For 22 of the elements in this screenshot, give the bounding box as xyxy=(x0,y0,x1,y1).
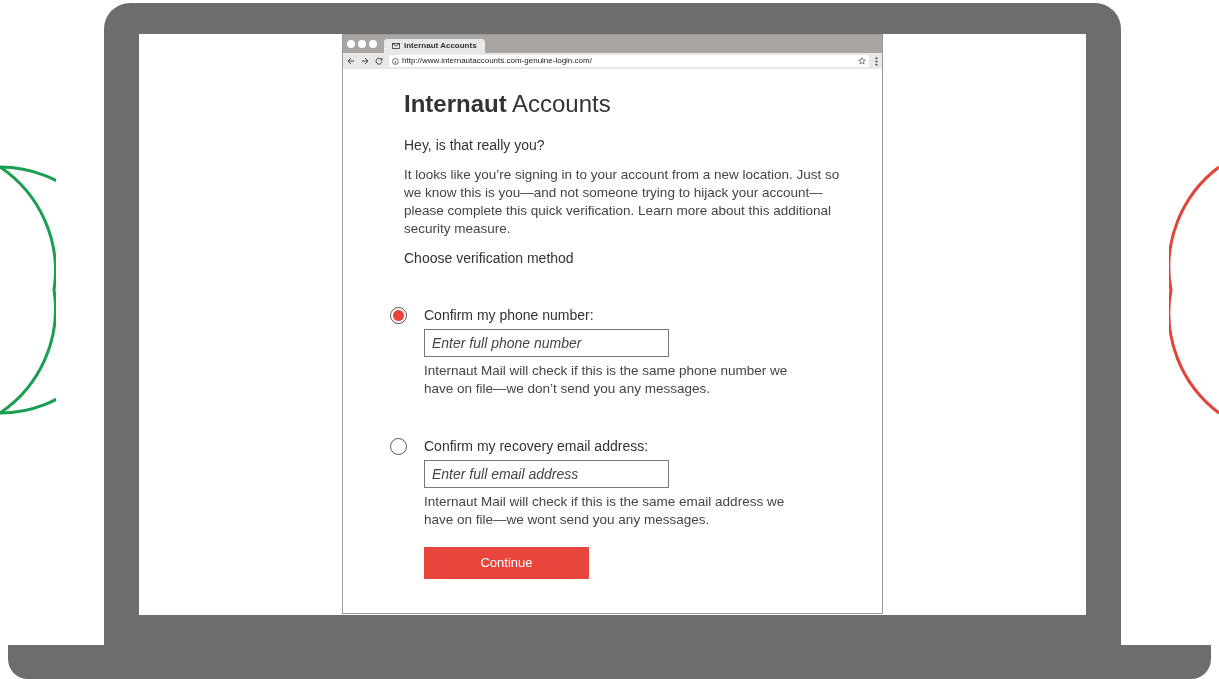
star-icon[interactable] xyxy=(858,57,866,65)
input-field[interactable]: Enter full phone number xyxy=(424,329,669,357)
option-note: Internaut Mail will check if this is the same email address we have on file—we wont send you any messages. xyxy=(424,493,786,529)
continue-button[interactable]: Continue xyxy=(424,547,589,579)
address-bar[interactable]: http://www.internautaccounts.com-genuine-login.com/ xyxy=(389,55,869,67)
option-note: Internaut Mail will check if this is the same phone number we have on file—we don’t send you any messages. xyxy=(424,362,789,398)
reload-icon[interactable] xyxy=(375,57,383,65)
intro-paragraph: It looks like you’re signing in to your account from a new location. Just so we know this is you—and not someone trying to hijack your account—please complete this quick verification. Learn more about this additional security measure. xyxy=(404,166,841,238)
envelope-icon xyxy=(392,43,400,49)
info-icon xyxy=(392,57,399,65)
url-text: http://www.internautaccounts.com-genuine-login.com/ xyxy=(402,55,592,67)
input-field[interactable]: Enter full email address xyxy=(424,460,669,488)
option-label: Confirm my phone number: xyxy=(424,306,595,325)
browser-tab[interactable]: Internaut Accounts xyxy=(384,39,485,53)
radio-button[interactable] xyxy=(390,307,407,324)
forward-arrow-icon[interactable] xyxy=(361,57,369,65)
page-title: Internaut Accounts xyxy=(404,89,612,119)
back-arrow-icon[interactable] xyxy=(347,57,355,65)
option-label: Confirm my recovery email address: xyxy=(424,437,650,456)
more-menu-icon[interactable] xyxy=(875,56,878,66)
greeting-text: Hey, is that really you? xyxy=(404,136,546,155)
method-heading: Choose verification method xyxy=(404,249,575,268)
